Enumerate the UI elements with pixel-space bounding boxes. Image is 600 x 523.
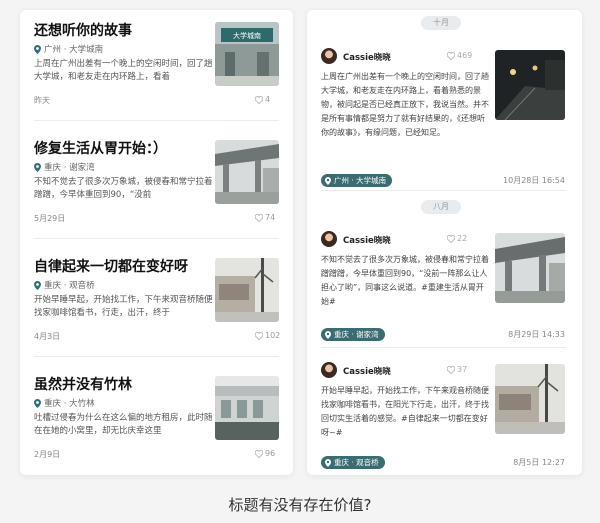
month-divider: 十月 xyxy=(421,16,461,30)
story-card[interactable]: 自律起来一切都在变好呀 重庆 · 观音桥 开始早睡早起，开始找工作，下午来观音桥… xyxy=(20,246,293,356)
story-location: 广州 · 大学城南 xyxy=(34,43,103,55)
story-description: 吐槽过侵春为什么在这么偏的地方租房，此时随在在她的小窝里，却无比庆幸这里 xyxy=(34,413,213,436)
post-likes-count: 37 xyxy=(457,365,468,374)
location-tag[interactable]: 重庆 · 谢家湾 xyxy=(321,328,385,341)
location-pin-icon xyxy=(34,162,41,172)
avatar[interactable] xyxy=(321,48,337,64)
location-pin-icon xyxy=(325,176,331,185)
story-likes[interactable]: 74 xyxy=(255,213,275,222)
post-username[interactable]: Cassie晓晓 xyxy=(343,234,391,246)
story-likes[interactable]: 4 xyxy=(255,95,270,104)
heart-icon xyxy=(255,213,263,222)
story-description: 上周在广州出差有一个晚上的空闲时间，回了趟大学城，和老友走在内环路上，看着 xyxy=(34,59,213,82)
post-image[interactable] xyxy=(495,50,565,120)
story-thumbnail xyxy=(215,140,279,204)
story-location-text: 重庆 · 观音桥 xyxy=(44,281,95,291)
story-likes-count: 74 xyxy=(265,213,276,222)
story-date: 5月29日 xyxy=(34,214,66,223)
divider xyxy=(34,356,279,357)
story-card[interactable]: 虽然并没有竹林 重庆 · 大竹林 吐槽过侵春为什么在这么偏的地方租房，此时随在在… xyxy=(20,364,293,474)
story-thumbnail: 大学城南 xyxy=(215,22,279,86)
story-thumbnail xyxy=(215,376,279,440)
post-text: 开始早睡早起，开始找工作，下午来观音桥随便找家咖啡馆看书，在阳光下行走，出汗，终… xyxy=(321,386,489,437)
post-image[interactable] xyxy=(495,364,565,434)
location-tag[interactable]: 重庆 · 观音桥 xyxy=(321,456,385,469)
story-date: 昨天 xyxy=(34,96,50,105)
post-likes[interactable]: 469 xyxy=(447,51,472,60)
heart-icon xyxy=(447,51,455,60)
story-title: 还想听你的故事 xyxy=(34,23,132,39)
location-pin-icon xyxy=(34,398,41,408)
story-likes[interactable]: 96 xyxy=(255,449,275,458)
post-likes-count: 469 xyxy=(457,51,473,60)
post-likes-count: 22 xyxy=(457,234,468,243)
story-location: 重庆 · 大竹林 xyxy=(34,397,95,409)
avatar[interactable] xyxy=(321,231,337,247)
location-pin-icon xyxy=(34,280,41,290)
post-likes[interactable]: 22 xyxy=(447,234,467,243)
caption: 标题有没有存在价值? xyxy=(228,496,372,514)
heart-icon xyxy=(255,331,263,340)
story-card[interactable]: 还想听你的故事 广州 · 大学城南 上周在广州出差有一个晚上的空闲时间，回了趟大… xyxy=(20,10,293,120)
story-title: 修复生活从胃开始：） xyxy=(34,141,167,157)
story-location: 重庆 · 观音桥 xyxy=(34,279,95,291)
location-pin-icon xyxy=(34,44,41,54)
story-list-panel: 还想听你的故事 广州 · 大学城南 上周在广州出差有一个晚上的空闲时间，回了趟大… xyxy=(20,10,293,475)
heart-icon xyxy=(255,449,263,458)
divider xyxy=(34,238,279,239)
post-image[interactable] xyxy=(495,233,565,303)
timeline-panel: 十月 Cassie晓晓 469 上周在广州出差有一个晚上的空闲时间，回了趟大学城… xyxy=(307,10,582,475)
heart-icon xyxy=(447,365,455,374)
story-location-text: 重庆 · 大竹林 xyxy=(44,399,95,409)
story-title: 虽然并没有竹林 xyxy=(34,377,132,393)
location-tag-text: 广州 · 大学城南 xyxy=(334,176,387,185)
story-title: 自律起来一切都在变好呀 xyxy=(34,259,188,275)
story-likes-count: 96 xyxy=(265,449,276,458)
divider xyxy=(321,190,566,191)
post-text: 不知不觉去了很多次万象城，被侵春和常宁拉着蹭蹭蹭，今早体重回到90，“没前一阵那… xyxy=(321,255,489,306)
location-tag[interactable]: 广州 · 大学城南 xyxy=(321,174,393,187)
heart-icon xyxy=(255,95,263,104)
post-date: 8月5日 12:27 xyxy=(513,458,565,467)
avatar[interactable] xyxy=(321,362,337,378)
story-card[interactable]: 修复生活从胃开始：） 重庆 · 谢家湾 不知不觉去了很多次万象城，被侵春和常宁拉… xyxy=(20,128,293,238)
story-likes-count: 4 xyxy=(265,95,271,104)
story-likes[interactable]: 102 xyxy=(255,331,280,340)
post-date: 8月29日 14:33 xyxy=(508,330,565,339)
story-location-text: 广州 · 大学城南 xyxy=(44,45,104,55)
heart-icon xyxy=(447,234,455,243)
location-pin-icon xyxy=(325,458,331,467)
divider xyxy=(321,347,566,348)
post-text: 上周在广州出差有一个晚上的空闲时间，回了趟大学城，和老友走在内环路上，看着熟悉的… xyxy=(321,72,489,137)
story-date: 2月9日 xyxy=(34,450,61,459)
story-location-text: 重庆 · 谢家湾 xyxy=(44,163,95,173)
story-description: 开始早睡早起，开始找工作，下午来观音桥随便找家咖啡馆看书，行走，出汗，终于 xyxy=(34,295,213,318)
location-tag-text: 重庆 · 观音桥 xyxy=(334,458,379,467)
story-description: 不知不觉去了很多次万象城，被侵春和常宁拉着蹭蹭，今早体重回到90，“没前 xyxy=(34,177,213,200)
post-username[interactable]: Cassie晓晓 xyxy=(343,365,391,377)
location-pin-icon xyxy=(325,330,331,339)
post-date: 10月28日 16:54 xyxy=(503,176,565,185)
story-location: 重庆 · 谢家湾 xyxy=(34,161,95,173)
divider xyxy=(34,120,279,121)
story-date: 4月3日 xyxy=(34,332,61,341)
post-username[interactable]: Cassie晓晓 xyxy=(343,51,391,63)
story-thumbnail xyxy=(215,258,279,322)
story-likes-count: 102 xyxy=(265,331,281,340)
station-sign-text: 大学城南 xyxy=(233,31,261,40)
month-divider: 八月 xyxy=(421,200,461,214)
post-likes[interactable]: 37 xyxy=(447,365,467,374)
location-tag-text: 重庆 · 谢家湾 xyxy=(334,330,379,339)
